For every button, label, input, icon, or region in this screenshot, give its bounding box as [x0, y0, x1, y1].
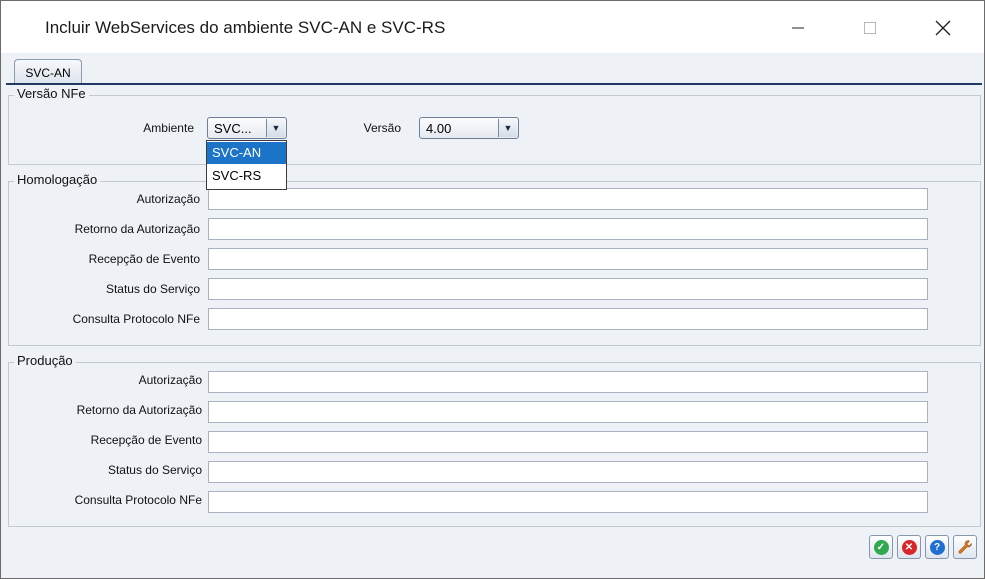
homologacao-retorno-input[interactable] — [208, 218, 928, 240]
homologacao-group: Homologação Autorização Retorno da Autor… — [8, 172, 981, 346]
producao-retorno-input[interactable] — [208, 401, 928, 423]
window-title: Incluir WebServices do ambiente SVC-AN e… — [45, 18, 446, 37]
homologacao-autorizacao-label: Autorização — [136, 192, 200, 206]
minimize-icon — [792, 27, 804, 29]
homologacao-consulta-label: Consulta Protocolo NFe — [72, 312, 200, 326]
producao-consulta-label: Consulta Protocolo NFe — [74, 493, 202, 507]
producao-autorizacao-label: Autorização — [138, 373, 202, 387]
help-icon: ? — [929, 539, 945, 555]
ambiente-option-svc-rs[interactable]: SVC-RS — [207, 165, 286, 187]
producao-title: Produção — [14, 353, 76, 368]
homologacao-autorizacao-input[interactable] — [208, 188, 928, 210]
versao-nfe-group: Versão NFe Ambiente SVC... ▼ Versão 4.00… — [8, 86, 981, 165]
ambiente-value: SVC... — [214, 121, 252, 136]
versao-nfe-title: Versão NFe — [14, 86, 89, 101]
close-button[interactable] — [920, 11, 966, 45]
tab-svc-an[interactable]: SVC-AN — [14, 59, 82, 85]
wrench-icon — [958, 540, 972, 554]
ambiente-dropdown-list: SVC-AN SVC-RS — [206, 140, 287, 190]
confirm-button[interactable]: ✓ — [869, 535, 893, 559]
dialog-window: Incluir WebServices do ambiente SVC-AN e… — [0, 0, 985, 579]
tab-underline — [6, 83, 982, 85]
producao-autorizacao-input[interactable] — [208, 371, 928, 393]
versao-value: 4.00 — [426, 121, 452, 136]
close-icon — [935, 20, 951, 36]
check-icon: ✓ — [873, 539, 889, 555]
homologacao-title: Homologação — [14, 172, 101, 187]
producao-recepcao-input[interactable] — [208, 431, 928, 453]
homologacao-recepcao-label: Recepção de Evento — [88, 252, 200, 266]
ambiente-label: Ambiente — [143, 121, 194, 135]
producao-status-label: Status do Serviço — [107, 463, 202, 477]
tools-button[interactable] — [953, 535, 977, 559]
producao-group: Produção Autorização Retorno da Autoriza… — [8, 353, 981, 527]
title-bar: Incluir WebServices do ambiente SVC-AN e… — [1, 1, 984, 53]
producao-recepcao-label: Recepção de Evento — [90, 433, 202, 447]
ambiente-select[interactable]: SVC... ▼ — [207, 117, 287, 139]
producao-consulta-input[interactable] — [208, 491, 928, 513]
homologacao-consulta-input[interactable] — [208, 308, 928, 330]
homologacao-retorno-label: Retorno da Autorização — [74, 222, 200, 236]
versao-label: Versão — [363, 121, 401, 135]
cancel-button[interactable]: ✕ — [897, 535, 921, 559]
help-button[interactable]: ? — [925, 535, 949, 559]
producao-retorno-label: Retorno da Autorização — [76, 403, 202, 417]
maximize-button[interactable] — [847, 11, 893, 45]
versao-select[interactable]: 4.00 ▼ — [419, 117, 519, 139]
homologacao-recepcao-input[interactable] — [208, 248, 928, 270]
chevron-down-icon[interactable]: ▼ — [498, 119, 517, 137]
maximize-icon — [864, 22, 876, 34]
dialog-content: SVC-AN Versão NFe Ambiente SVC... ▼ Vers… — [1, 53, 984, 578]
close-icon: ✕ — [901, 539, 917, 555]
homologacao-status-input[interactable] — [208, 278, 928, 300]
ambiente-option-svc-an[interactable]: SVC-AN — [207, 142, 286, 164]
chevron-down-icon[interactable]: ▼ — [266, 119, 285, 137]
producao-status-input[interactable] — [208, 461, 928, 483]
minimize-button[interactable] — [775, 11, 821, 45]
homologacao-status-label: Status do Serviço — [105, 282, 200, 296]
